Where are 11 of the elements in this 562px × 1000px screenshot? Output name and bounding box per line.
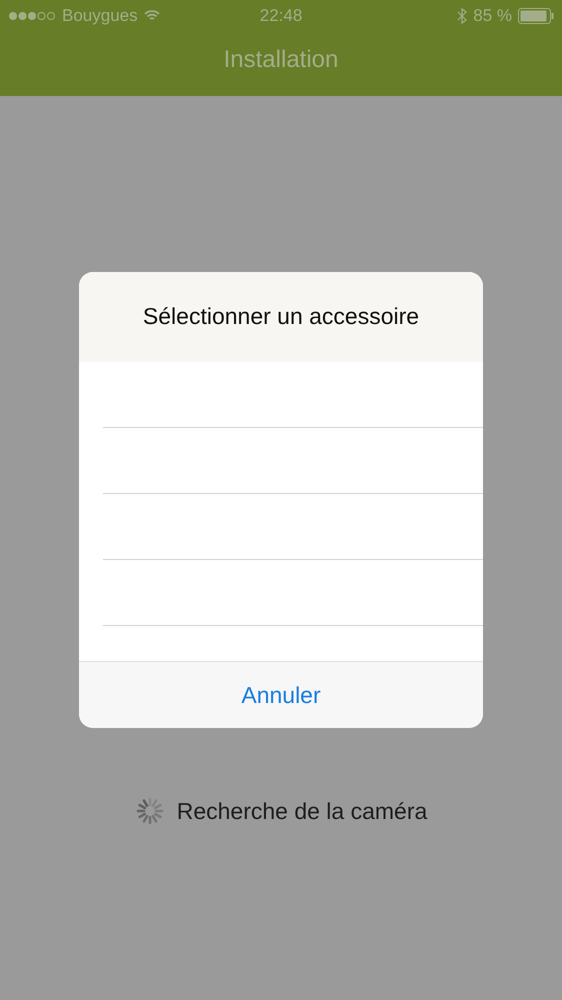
loading-spinner-icon: [134, 796, 165, 826]
clock-time: 22:48: [260, 6, 302, 26]
signal-icon: [8, 11, 56, 21]
screen-title: Installation: [224, 46, 338, 74]
bluetooth-icon: [457, 8, 468, 24]
battery-percentage: 85 %: [473, 6, 512, 26]
status-text: Recherche de la caméra: [176, 798, 428, 824]
battery-icon: [518, 8, 554, 24]
wifi-icon: [144, 10, 160, 22]
dialog-title: Sélectionner un accessoire: [142, 303, 420, 330]
carrier-name: Bouygues: [62, 6, 138, 26]
